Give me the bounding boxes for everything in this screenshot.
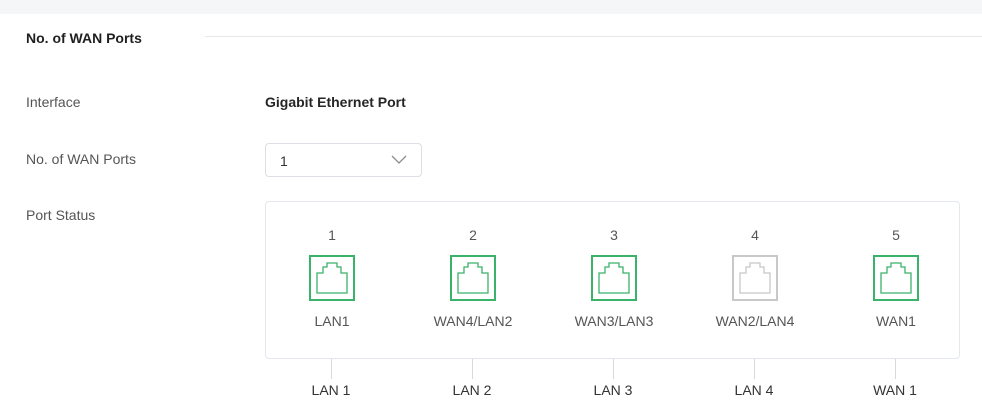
physical-port-label: WAN 1 [873, 382, 917, 398]
section-divider [205, 36, 982, 37]
port-name: WAN4/LAN2 [433, 313, 513, 329]
port-name: LAN1 [314, 313, 350, 329]
physical-port-label: LAN 4 [734, 382, 774, 398]
ethernet-port-icon [873, 255, 919, 301]
port-name: WAN3/LAN3 [574, 313, 654, 329]
wan-ports-select-value: 1 [280, 153, 288, 169]
ethernet-port-icon [591, 255, 637, 301]
port-number: 2 [469, 227, 477, 243]
connector-line [754, 359, 755, 379]
wan-ports-select[interactable]: 1 [265, 143, 422, 177]
connector-line [331, 359, 332, 379]
interface-label: Interface [26, 94, 81, 110]
physical-port-label: LAN 2 [452, 382, 492, 398]
wan-ports-label: No. of WAN Ports [26, 151, 136, 167]
wan-settings-card: No. of WAN Ports Interface Gigabit Ether… [0, 14, 982, 417]
physical-port-label: LAN 1 [311, 382, 351, 398]
ethernet-port-icon [450, 255, 496, 301]
port-name: WAN2/LAN4 [715, 313, 795, 329]
port-name: WAN1 [876, 313, 916, 329]
connector-line [472, 359, 473, 379]
port-number: 5 [892, 227, 900, 243]
connector-line [895, 359, 896, 379]
port-status-panel: 1 LAN1 2 WAN4/LAN2 3 WAN3/LAN3 4 WAN2/LA… [265, 201, 960, 359]
physical-port-label: LAN 3 [593, 382, 633, 398]
chevron-down-icon [391, 155, 407, 164]
section-title: No. of WAN Ports [26, 30, 142, 46]
ethernet-port-icon [309, 255, 355, 301]
ethernet-port-icon [732, 255, 778, 301]
port-number: 3 [610, 227, 618, 243]
port-status-label: Port Status [26, 207, 96, 223]
port-number: 4 [751, 227, 759, 243]
interface-value: Gigabit Ethernet Port [265, 94, 406, 110]
port-number: 1 [328, 227, 336, 243]
connector-line [613, 359, 614, 379]
